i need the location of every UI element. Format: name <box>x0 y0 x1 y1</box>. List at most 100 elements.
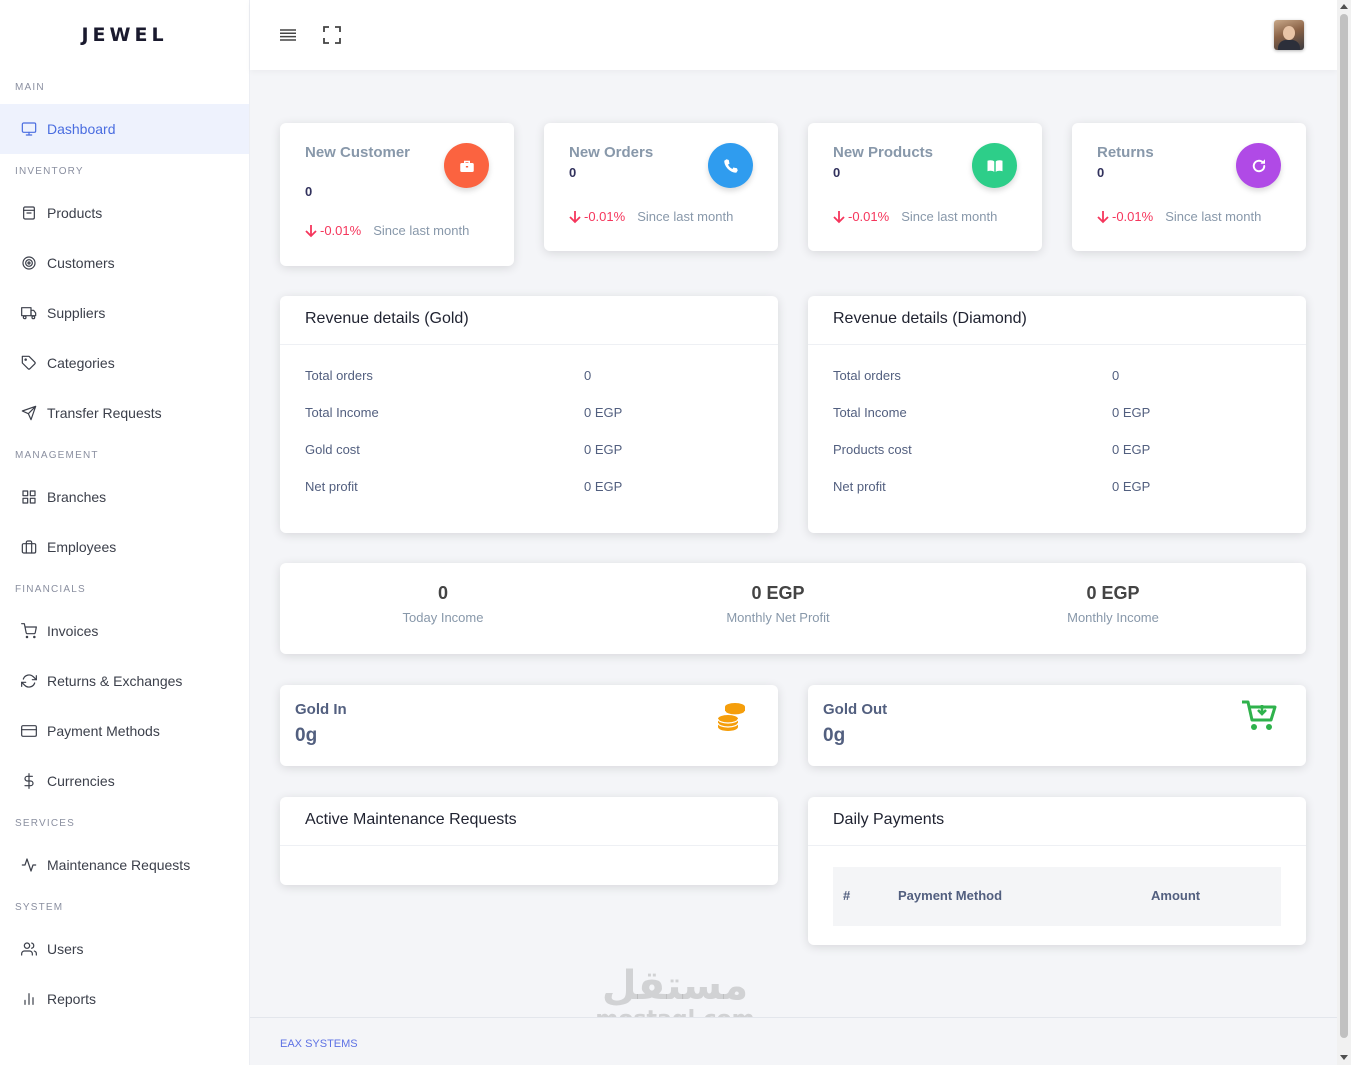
sidebar-item-categories[interactable]: Categories <box>0 338 249 388</box>
stat-change: -0.01% <box>833 209 889 224</box>
send-icon <box>20 405 37 422</box>
cart-download-icon <box>1240 699 1278 738</box>
section-label-financials: FINANCIALS <box>15 583 86 595</box>
summary-monthly-net-profit: 0 EGP Monthly Net Profit <box>726 583 830 625</box>
sidebar-item-label: Invoices <box>47 623 99 639</box>
menu-icon[interactable] <box>278 25 298 45</box>
gold-in-card: Gold In 0g <box>280 685 778 766</box>
scrollbar-thumb[interactable] <box>1340 14 1348 1038</box>
sidebar-item-reports[interactable]: Reports <box>0 974 249 1024</box>
briefcase-icon <box>444 143 489 188</box>
sidebar-item-label: Dashboard <box>47 121 116 137</box>
sidebar-item-invoices[interactable]: Invoices <box>0 606 249 656</box>
scroll-down-icon[interactable] <box>1340 1055 1348 1060</box>
revenue-gold-card: Revenue details (Gold) Total orders 0 Tot… <box>280 296 778 533</box>
daily-payments-card: Daily Payments # Payment Method Amount <box>808 797 1306 945</box>
arrow-down-icon <box>305 224 317 237</box>
stat-card-returns: Returns 0 -0.01% Since last month <box>1072 123 1306 251</box>
book-icon <box>972 143 1017 188</box>
stat-since: Since last month <box>637 209 734 224</box>
revenue-row: Products cost 0 EGP <box>833 442 1151 457</box>
sidebar-item-label: Returns & Exchanges <box>47 673 183 689</box>
sidebar-item-label: Currencies <box>47 773 115 789</box>
stat-change: -0.01% <box>305 223 361 238</box>
section-label-services: SERVICES <box>15 817 75 829</box>
column-header-payment-method[interactable]: Payment Method <box>898 888 1002 903</box>
avatar-face <box>1283 26 1295 40</box>
sidebar-item-customers[interactable]: Customers <box>0 238 249 288</box>
stat-since: Since last month <box>1165 209 1262 224</box>
section-label-system: SYSTEM <box>15 901 64 913</box>
sidebar-item-label: Users <box>47 941 84 957</box>
box-icon <box>20 205 37 222</box>
stat-value: 0 <box>1097 165 1105 180</box>
phone-icon <box>708 143 753 188</box>
column-header-number[interactable]: # <box>843 888 850 903</box>
monitor-icon <box>20 121 37 138</box>
refresh-icon <box>20 673 37 690</box>
gold-out-label: Gold Out <box>823 701 888 718</box>
sidebar-item-employees[interactable]: Employees <box>0 522 249 572</box>
footer-link[interactable]: EAX SYSTEMS <box>280 1038 358 1050</box>
column-header-amount[interactable]: Amount <box>1151 888 1200 903</box>
arrow-down-icon <box>569 210 581 223</box>
grid-icon <box>20 489 37 506</box>
redo-icon <box>1236 143 1281 188</box>
sidebar-item-label: Products <box>47 205 103 221</box>
stat-card-new-orders: New Orders 0 -0.01% Since last month <box>544 123 778 251</box>
sidebar-item-transfer-requests[interactable]: Transfer Requests <box>0 388 249 438</box>
stat-footer: -0.01% Since last month <box>569 209 733 224</box>
activity-icon <box>20 857 37 874</box>
gold-out-value: 0g <box>823 725 846 746</box>
revenue-row: Net profit 0 EGP <box>833 479 1151 494</box>
sidebar-item-dashboard[interactable]: Dashboard <box>0 104 249 154</box>
stat-title: New Products <box>833 144 934 161</box>
revenue-row: Total orders 0 <box>833 368 1120 383</box>
sidebar-item-label: Transfer Requests <box>47 405 162 421</box>
sidebar-item-label: Reports <box>47 991 97 1007</box>
revenue-diamond-card: Revenue details (Diamond) Total orders 0 … <box>808 296 1306 533</box>
avatar-shirt <box>1278 40 1300 50</box>
sidebar-item-suppliers[interactable]: Suppliers <box>0 288 249 338</box>
sidebar-item-returns-exchanges[interactable]: Returns & Exchanges <box>0 656 249 706</box>
fullscreen-icon[interactable] <box>322 25 342 45</box>
scrollbar[interactable] <box>1337 0 1351 1065</box>
card-title: Revenue details (Gold) <box>280 296 778 345</box>
tag-icon <box>20 355 37 372</box>
gold-out-card: Gold Out 0g <box>808 685 1306 766</box>
maintenance-card: Active Maintenance Requests <box>280 797 778 885</box>
arrow-down-icon <box>1097 210 1109 223</box>
stat-footer: -0.01% Since last month <box>1097 209 1261 224</box>
stat-card-new-products: New Products 0 -0.01% Since last month <box>808 123 1042 251</box>
sidebar-item-label: Categories <box>47 355 115 371</box>
sidebar-item-products[interactable]: Products <box>0 188 249 238</box>
summary-monthly-income: 0 EGP Monthly Income <box>1067 583 1159 625</box>
gold-in-label: Gold In <box>295 701 347 718</box>
target-icon <box>20 255 37 272</box>
coins-icon <box>715 699 749 738</box>
section-label-management: MANAGEMENT <box>15 449 99 461</box>
avatar[interactable] <box>1274 20 1304 50</box>
stat-value: 0 <box>569 165 577 180</box>
stat-title: New Customer <box>305 144 411 161</box>
revenue-row: Total Income 0 EGP <box>833 405 1151 420</box>
sidebar-item-payment-methods[interactable]: Payment Methods <box>0 706 249 756</box>
stat-card-new-customer: New Customer 0 -0.01% Since last month <box>280 123 514 266</box>
sidebar-item-label: Employees <box>47 539 117 555</box>
income-summary-card: 0 Today Income 0 EGP Monthly Net Profit … <box>280 563 1306 654</box>
stat-value: 0 <box>833 165 841 180</box>
sidebar-item-currencies[interactable]: Currencies <box>0 756 249 806</box>
gold-in-value: 0g <box>295 725 318 746</box>
sidebar-item-maintenance-requests[interactable]: Maintenance Requests <box>0 840 249 890</box>
scroll-up-icon[interactable] <box>1340 4 1348 9</box>
brand-logo[interactable]: JEWEL <box>0 0 249 70</box>
sidebar-item-users[interactable]: Users <box>0 924 249 974</box>
sidebar-item-branches[interactable]: Branches <box>0 472 249 522</box>
briefcase-icon <box>20 539 37 556</box>
dollar-icon <box>20 773 37 790</box>
credit-card-icon <box>20 723 37 740</box>
section-label-inventory: INVENTORY <box>15 165 84 177</box>
sidebar-item-label: Suppliers <box>47 305 106 321</box>
payments-table-header: # Payment Method Amount <box>833 867 1281 926</box>
revenue-row: Net profit 0 EGP <box>305 479 623 494</box>
